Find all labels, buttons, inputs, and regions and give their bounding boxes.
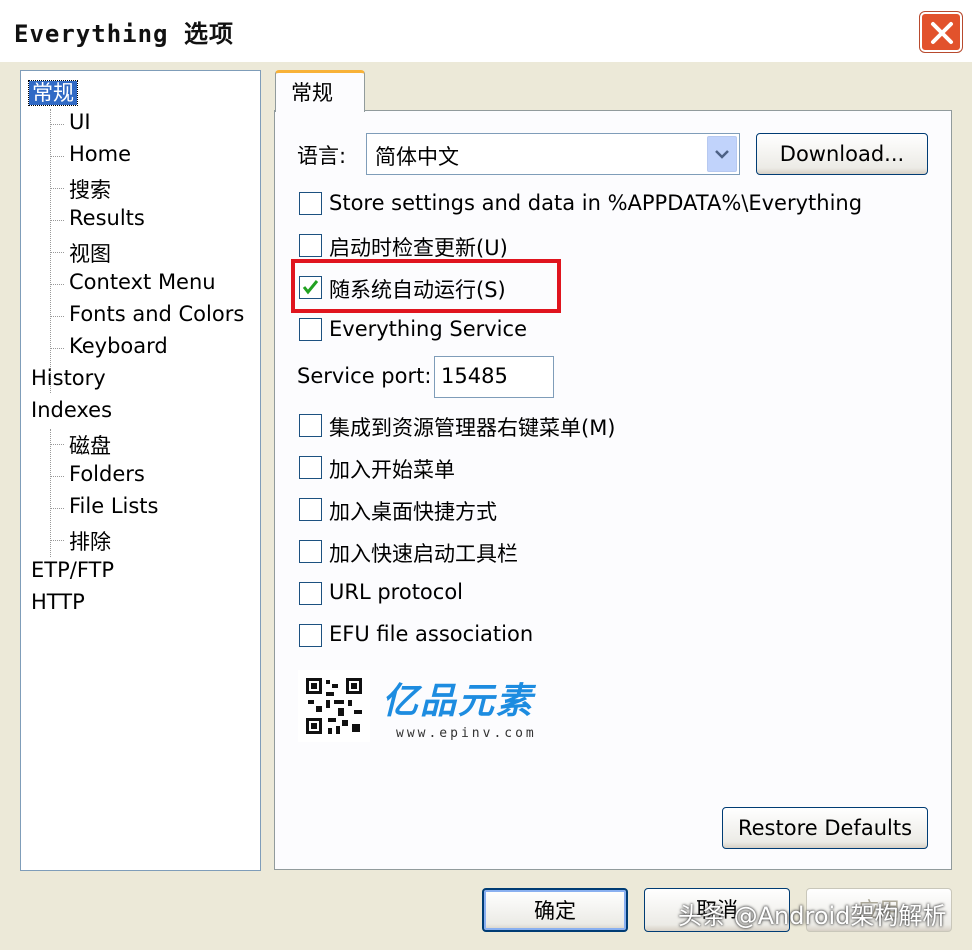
tree-item-etp-ftp[interactable]: ETP/FTP	[31, 558, 114, 582]
everything-service-checkbox[interactable]	[299, 318, 322, 341]
tree-item-search[interactable]: 搜索	[69, 174, 111, 204]
start-menu-label: 加入开始菜单	[329, 458, 455, 482]
desktop-shortcut-checkbox[interactable]	[299, 498, 322, 521]
start-menu-checkbox[interactable]	[299, 456, 322, 479]
close-icon	[931, 22, 953, 44]
store-appdata-checkbox[interactable]	[299, 192, 322, 215]
tree-item-view[interactable]: 视图	[69, 238, 111, 268]
tree-item-indexes[interactable]: Indexes	[31, 398, 112, 422]
window-title: Everything 选项	[14, 20, 234, 48]
close-button[interactable]	[920, 12, 962, 52]
tree-item-results[interactable]: Results	[69, 206, 145, 230]
context-menu-label: 集成到资源管理器右键菜单(M)	[329, 416, 616, 440]
quick-launch-checkbox[interactable]	[299, 540, 322, 563]
check-updates-checkbox[interactable]	[299, 234, 322, 257]
check-updates-label: 启动时检查更新(U)	[329, 236, 508, 260]
tree-item-history[interactable]: History	[31, 366, 106, 390]
tree-item-general[interactable]: 常规	[28, 77, 78, 107]
store-appdata-label: Store settings and data in %APPDATA%\Eve…	[329, 191, 863, 215]
tree-item-exclude[interactable]: 排除	[69, 526, 111, 556]
tree-item-home[interactable]: Home	[69, 142, 131, 166]
quick-launch-label: 加入快速启动工具栏	[329, 542, 518, 566]
download-button[interactable]: Download...	[756, 133, 928, 175]
chevron-down-icon	[715, 150, 729, 159]
tab-general[interactable]: 常规	[275, 70, 365, 112]
tree-item-fonts-colors[interactable]: Fonts and Colors	[69, 302, 244, 326]
context-menu-checkbox[interactable]	[299, 414, 322, 437]
highlight-box	[291, 259, 561, 313]
watermark: 头条 @Android架构解析	[678, 902, 947, 930]
language-label: 语言:	[297, 144, 347, 168]
tree-item-keyboard[interactable]: Keyboard	[69, 334, 168, 358]
everything-service-label: Everything Service	[329, 317, 527, 341]
tree-item-disk[interactable]: 磁盘	[69, 430, 111, 460]
dropdown-button[interactable]	[707, 136, 737, 172]
service-port-input[interactable]: 15485	[434, 356, 554, 398]
ok-button[interactable]: 确定	[482, 888, 628, 932]
qr-code-icon	[298, 670, 370, 742]
language-value: 简体中文	[375, 145, 459, 169]
efu-association-checkbox[interactable]	[299, 624, 322, 647]
logo-url: www.epinv.com	[396, 726, 537, 741]
desktop-shortcut-label: 加入桌面快捷方式	[329, 500, 497, 524]
service-port-label: Service port:	[297, 364, 432, 388]
tree-item-file-lists[interactable]: File Lists	[69, 494, 158, 518]
category-tree[interactable]: 常规 UI Home 搜索 Results 视图 Context Menu Fo…	[20, 70, 261, 871]
tab-panel	[274, 110, 952, 870]
url-protocol-label: URL protocol	[329, 580, 463, 604]
tree-item-folders[interactable]: Folders	[69, 462, 145, 486]
tree-item-context-menu[interactable]: Context Menu	[69, 270, 216, 294]
tree-item-ui[interactable]: UI	[69, 110, 91, 134]
options-dialog: Everything 选项 常规 UI Home 搜索 Results 视图 C…	[0, 0, 972, 950]
language-select[interactable]: 简体中文	[366, 133, 740, 175]
logo-brand: 亿品元素	[382, 681, 535, 722]
url-protocol-checkbox[interactable]	[299, 582, 322, 605]
restore-defaults-button[interactable]: Restore Defaults	[722, 807, 928, 849]
efu-association-label: EFU file association	[329, 622, 534, 646]
title-bar[interactable]: Everything 选项	[0, 0, 972, 62]
tree-item-http[interactable]: HTTP	[31, 590, 85, 614]
